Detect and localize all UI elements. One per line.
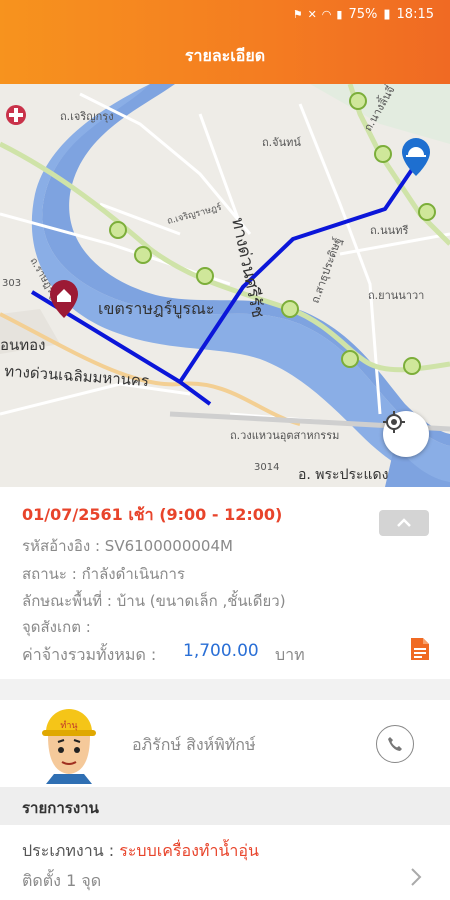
job-quantity: ติดตั้ง 1 จุด [22,871,102,890]
status-row: สถานะ : กำลังดำเนินการ [22,562,185,586]
battery-level: 75% [348,6,378,22]
notification-icon: ⚑ [292,7,303,21]
landmark-label: จุดสังเกต : [22,618,91,636]
document-icon[interactable] [410,637,430,665]
job-detail-card: 01/07/2561 เช้า (9:00 - 12:00) รหัสอ้างอ… [0,487,450,679]
area-label: ลักษณะพื้นที่ : [22,592,112,610]
total-amount: 1,700.00 [183,641,259,661]
map-label-route-314: 3014 [254,462,279,473]
currency-label: บาท [275,645,305,664]
battery-icon: ▮ [383,6,391,22]
appointment-date: 01/07/2561 เช้า (9:00 - 12:00) [22,505,283,524]
call-button[interactable] [376,725,414,763]
crosshair-icon [383,411,405,433]
app-header: ⚑ ✕ ◠ ▮ 75% ▮ 18:15 รายละเอียด [0,0,450,84]
map-label-left-edge: อนทอง [0,336,45,354]
collapse-button[interactable] [379,510,429,536]
map-label-road-nonsi: ถ.นนทรี [370,224,408,237]
area-value: บ้าน (ขนาดเล็ก ,ชั้นเดียว) [116,592,286,610]
job-list-title: รายการงาน [22,799,99,817]
ref-row: รหัสอ้างอิง : SV6100000004M [22,534,233,558]
total-label: ค่าจ้างรวมทั้งหมด : [22,645,157,664]
status-label: สถานะ : [22,565,77,583]
clock: 18:15 [396,6,434,22]
job-type-row: ประเภทงาน : ระบบเครื่องทำน้ำอุ่น [22,839,259,864]
area-row: ลักษณะพื้นที่ : บ้าน (ขนาดเล็ก ,ชั้นเดีย… [22,589,286,613]
status-value: กำลังดำเนินการ [81,565,185,583]
route-map[interactable]: ทางด่วนศรีรัช ทางด่วนเฉลิมมหานคร เขตราษฎ… [0,84,450,487]
my-location-button[interactable] [383,411,429,457]
status-bar: ⚑ ✕ ◠ ▮ 75% ▮ 18:15 [0,0,450,28]
technician-row: ทำนุ อภิรักษ์ สิงห์พิทักษ์ [0,700,450,787]
job-list-header: รายการงาน [0,787,450,825]
chevron-up-icon [397,518,411,527]
status-icons: ⚑ ✕ ◠ ▮ [293,8,343,21]
svg-text:ทำนุ: ทำนุ [60,720,77,731]
list-item[interactable]: ประเภทงาน : ระบบเครื่องทำน้ำอุ่น ติดตั้ง… [0,825,450,900]
landmark-row: จุดสังเกต : [22,615,91,639]
mute-icon: ✕ [307,7,317,21]
technician-name: อภิรักษ์ สิงห์พิทักษ์ [132,735,256,754]
job-type-label: ประเภทงาน : [22,841,115,860]
signal-icon: ▮ [336,7,343,21]
phone-icon [388,737,402,751]
map-label-bottom-road: ถ.วงแหวนอุตสาหกรรม [230,429,339,442]
map-label-road-yannawa: ถ.ยานนาวา [368,289,424,302]
wifi-icon: ◠ [321,7,332,21]
page-title: รายละเอียด [184,46,266,65]
map-label-district: เขตราษฎร์บูรณะ [98,299,214,319]
map-label-route-303: 303 [2,278,21,289]
ref-label: รหัสอ้างอิง : [22,537,101,555]
technician-avatar: ทำนุ [42,709,96,784]
map-label-bottom-town: อ. พระประแดง [298,467,388,483]
hospital-icon [6,105,26,125]
chevron-right-icon[interactable] [410,867,422,887]
ref-value: SV6100000004M [104,537,233,555]
map-label-road-jan: ถ.จันทน์ [262,136,301,149]
map-label-road-charoenkrung: ถ.เจริญกรุง [60,110,114,123]
job-type-value: ระบบเครื่องทำน้ำอุ่น [119,841,259,860]
